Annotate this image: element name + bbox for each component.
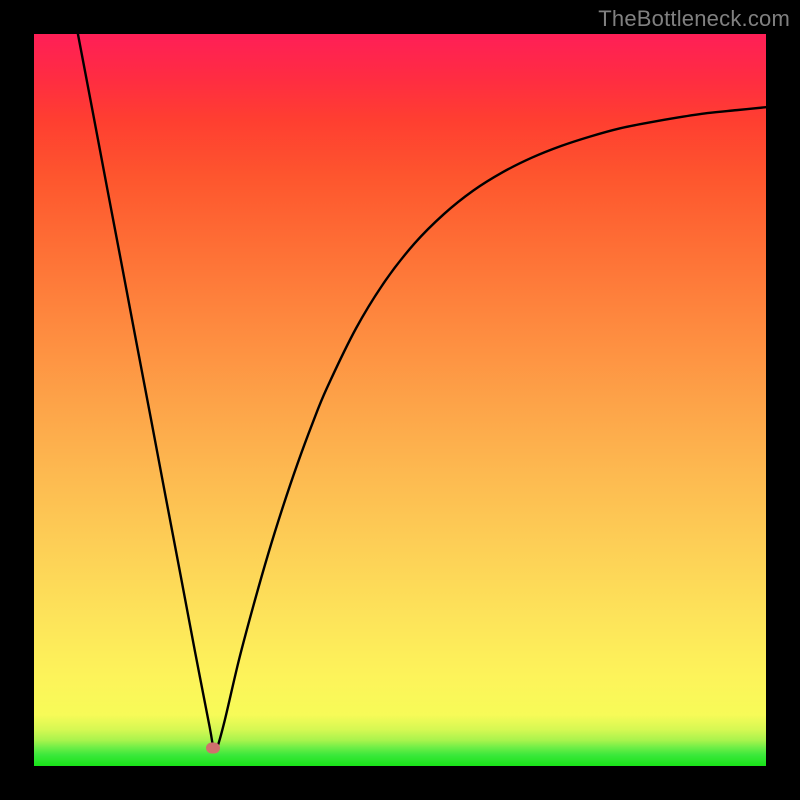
plot-area [34, 34, 766, 766]
bottleneck-curve [34, 34, 766, 766]
watermark-text: TheBottleneck.com [598, 6, 790, 32]
chart-frame: TheBottleneck.com [0, 0, 800, 800]
optimum-marker [206, 742, 220, 753]
